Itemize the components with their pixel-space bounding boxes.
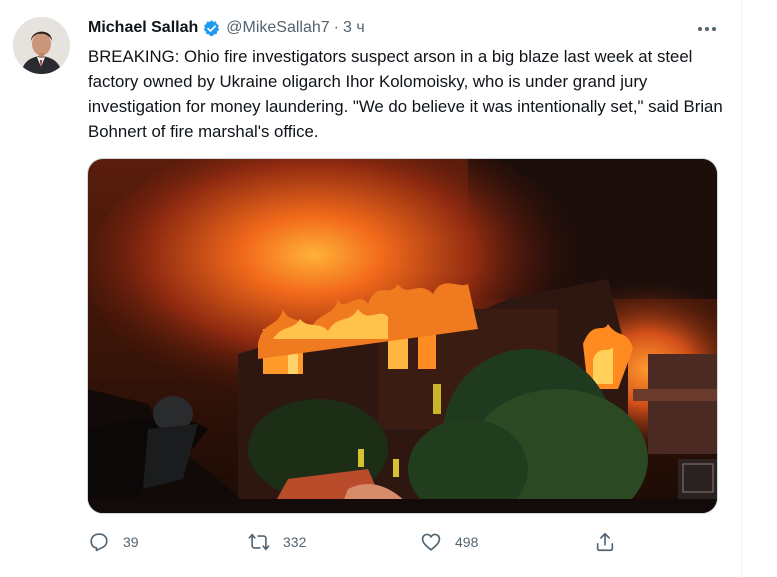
- like-count: 498: [455, 534, 479, 550]
- author-handle[interactable]: @MikeSallah7: [226, 19, 329, 37]
- tweet-time[interactable]: 3 ч: [343, 19, 365, 37]
- heart-icon: [421, 533, 441, 551]
- reply-count: 39: [123, 534, 139, 550]
- fire-photo: [88, 159, 717, 513]
- author-name[interactable]: Michael Sallah: [88, 19, 198, 37]
- reply-button[interactable]: 39: [88, 526, 139, 558]
- more-options-button[interactable]: [693, 18, 721, 40]
- like-button[interactable]: 498: [420, 526, 478, 558]
- tweet-card[interactable]: Michael Sallah @MikeSallah7 · 3 ч BREAKI…: [0, 0, 742, 577]
- retweet-icon: [248, 533, 270, 551]
- tweet-header: Michael Sallah @MikeSallah7 · 3 ч: [88, 16, 365, 40]
- share-icon: [596, 532, 614, 552]
- retweet-count: 332: [283, 534, 307, 550]
- tweet-actions: 39 332 498: [88, 526, 628, 558]
- verified-badge-icon: [204, 19, 220, 36]
- tweet-media-photo[interactable]: [87, 158, 718, 514]
- separator-dot: ·: [333, 19, 339, 36]
- share-button[interactable]: [594, 526, 616, 558]
- avatar-image: [13, 17, 70, 74]
- reply-icon: [90, 533, 108, 552]
- column-divider: [741, 0, 742, 577]
- tweet-text: BREAKING: Ohio fire investigators suspec…: [88, 47, 723, 141]
- more-options-icon: [698, 27, 716, 31]
- avatar[interactable]: [13, 17, 70, 74]
- retweet-button[interactable]: 332: [248, 526, 306, 558]
